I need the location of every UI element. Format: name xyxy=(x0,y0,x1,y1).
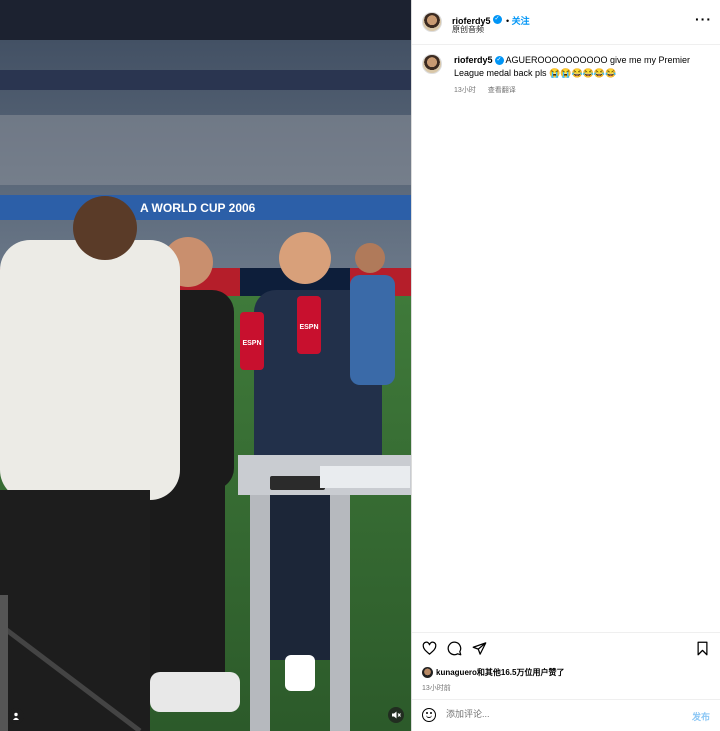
stadium-banner: A WORLD CUP 2006 xyxy=(140,201,256,215)
mic-flag-left: ESPN xyxy=(242,340,261,347)
post-header: rioferdy5 ✓ • 关注 原创音频 ··· xyxy=(412,0,720,45)
post-caption: rioferdy5 ✓ AGUEROOOOOOOOOO give me my Pr… xyxy=(454,54,704,97)
post-timestamp: 13小时前 xyxy=(422,685,451,692)
audio-link[interactable]: 原创音频 xyxy=(452,24,484,35)
comment-input[interactable] xyxy=(446,709,666,719)
caption-meta: 13小时 查看翻译 xyxy=(454,84,704,97)
save-button[interactable] xyxy=(695,641,710,661)
translate-link[interactable]: 查看翻译 xyxy=(488,87,516,94)
follow-button[interactable]: 关注 xyxy=(512,16,530,26)
liker-avatar xyxy=(422,667,433,678)
action-icons xyxy=(422,641,487,656)
likes-text: kunaguero和其他16.5万位用户赞了 xyxy=(436,668,565,677)
comment-icon[interactable] xyxy=(447,641,462,656)
user-tag-icon[interactable] xyxy=(8,708,24,724)
heart-icon[interactable] xyxy=(422,641,437,656)
verified-badge-icon: ✓ xyxy=(494,56,504,66)
bookmark-icon xyxy=(697,641,708,656)
emoji-icon[interactable] xyxy=(422,708,436,722)
post-comment-button[interactable]: 发布 xyxy=(692,710,710,723)
author-avatar[interactable] xyxy=(422,12,442,32)
mute-icon[interactable] xyxy=(388,707,404,723)
video-frame: A WORLD CUP 2006 ESPN ESPN xyxy=(0,0,411,731)
mic-flag-right: ESPN xyxy=(299,324,318,331)
post-video[interactable]: A WORLD CUP 2006 ESPN ESPN xyxy=(0,0,411,731)
more-options-icon[interactable]: ··· xyxy=(695,11,712,27)
verified-badge-icon: ✓ xyxy=(492,15,502,25)
post-side-panel: rioferdy5 ✓ • 关注 原创音频 ··· rioferdy5 ✓ AGUE… xyxy=(412,0,720,731)
post-actions: kunaguero和其他16.5万位用户赞了 13小时前 发布 xyxy=(412,632,720,729)
caption-time: 13小时 xyxy=(454,87,476,94)
caption-username[interactable]: rioferdy5 xyxy=(454,55,493,65)
likes-summary[interactable]: kunaguero和其他16.5万位用户赞了 xyxy=(422,667,564,678)
comment-bar: 发布 xyxy=(412,699,720,730)
caption-avatar[interactable] xyxy=(422,54,442,74)
share-icon[interactable] xyxy=(472,641,487,656)
